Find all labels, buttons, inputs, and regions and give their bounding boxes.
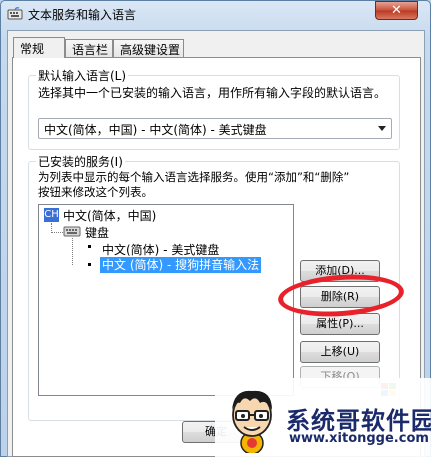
title-bar[interactable]: 文本服务和输入语言 ✕ [0, 0, 431, 30]
tree-connector [51, 232, 63, 233]
keyboard-icon [63, 225, 81, 237]
default-language-selected: 中文(简体，中国) - 中文(简体) - 美式键盘 [44, 123, 267, 137]
tree-item-us-keyboard[interactable]: 中文(简体) - 美式键盘 [102, 241, 219, 258]
mascot-logo-icon [222, 385, 282, 455]
tree-item-language[interactable]: 中文(简体，中国) [63, 207, 156, 224]
keyboard-app-icon [7, 7, 23, 21]
default-language-group-title: 默认输入语言(L) [36, 67, 129, 84]
window-title: 文本服务和输入语言 [28, 8, 137, 22]
installed-services-description-line1: 为列表中显示的每个输入语言选择服务。使用“添加”和“删除” [38, 170, 350, 184]
default-language-description: 选择其中一个已安装的输入语言，用作所有输入字段的默认语言。 [38, 86, 387, 100]
move-up-button[interactable]: 上移(U) [300, 341, 380, 363]
close-button[interactable]: ✕ [375, 1, 418, 20]
tree-connector [72, 238, 73, 265]
tree-item-keyboard[interactable]: 键盘 [85, 224, 109, 241]
tab-language-bar[interactable]: 语言栏 [65, 39, 113, 57]
tree-item-sogou-pinyin[interactable]: 中文 (简体) - 搜狗拼音输入法 [100, 257, 262, 273]
chevron-down-icon [378, 126, 386, 131]
watermark-url: www.xitongge.com [289, 431, 429, 446]
properties-button[interactable]: 属性(P)... [300, 313, 380, 335]
bullet-icon [88, 263, 91, 266]
installed-services-group-title: 已安装的服务(I) [36, 153, 125, 170]
bullet-icon [88, 245, 91, 248]
installed-services-tree[interactable]: CH 中文(简体，中国) 键盘 中文(简体) - 美式键盘 中文 (简体) - … [38, 204, 294, 396]
language-badge: CH [44, 208, 59, 222]
tab-advanced-key-settings[interactable]: 高级键设置 [113, 39, 184, 57]
installed-services-description-line2: 按钮来修改这个列表。 [38, 185, 153, 199]
default-language-dropdown[interactable]: 中文(简体，中国) - 中文(简体) - 美式键盘 [38, 118, 392, 139]
tab-general[interactable]: 常规 [13, 37, 65, 58]
